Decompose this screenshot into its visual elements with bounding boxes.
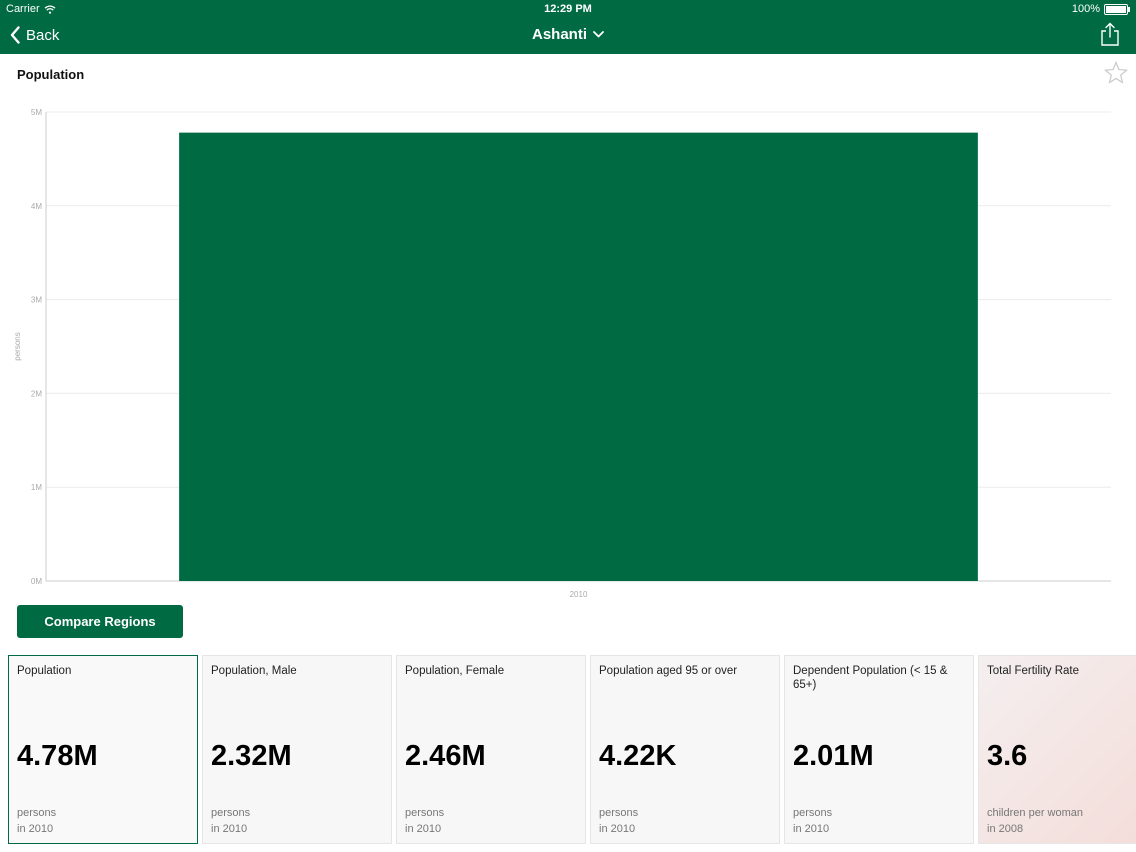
indicator-year: in 2010 bbox=[211, 823, 248, 835]
indicator-label: Population, Female bbox=[405, 665, 505, 677]
indicator-year: in 2010 bbox=[17, 823, 54, 835]
y-tick-label: 5M bbox=[31, 108, 42, 117]
indicator-unit: persons bbox=[17, 807, 57, 819]
chart-title: Population bbox=[17, 67, 85, 82]
indicator-label: Population bbox=[17, 665, 72, 677]
indicator-year: in 2010 bbox=[405, 823, 442, 835]
share-button[interactable] bbox=[1100, 22, 1120, 46]
chevron-left-icon bbox=[10, 26, 20, 44]
compare-regions-button[interactable]: Compare Regions bbox=[17, 605, 183, 638]
indicator-value: 2.46M bbox=[405, 740, 486, 772]
battery-icon bbox=[1104, 3, 1130, 15]
indicator-year: in 2008 bbox=[987, 823, 1024, 835]
indicator-unit: persons bbox=[405, 807, 445, 819]
indicator-year: in 2010 bbox=[599, 823, 636, 835]
indicator-unit: persons bbox=[793, 807, 833, 819]
indicator-value: 4.78M bbox=[17, 740, 98, 772]
indicator-unit: persons bbox=[599, 807, 639, 819]
status-battery: 100% bbox=[1071, 3, 1130, 15]
indicator-card[interactable]: Population, Male 2.32M persons in 2010 bbox=[202, 655, 392, 844]
y-tick-label: 4M bbox=[31, 202, 42, 211]
region-name: Ashanti bbox=[531, 26, 587, 43]
bar bbox=[179, 132, 978, 582]
indicator-label: Population, Male bbox=[211, 665, 297, 677]
battery-percent: 100% bbox=[1071, 3, 1100, 15]
top-bar: Carrier 12:29 PM 100% Back Ashanti bbox=[0, 0, 1136, 54]
chevron-down-icon bbox=[593, 31, 604, 38]
indicator-value: 2.01M bbox=[793, 740, 874, 772]
region-selector[interactable]: Ashanti bbox=[532, 26, 604, 43]
favorite-button[interactable] bbox=[1103, 60, 1129, 85]
status-time: 12:29 PM bbox=[544, 3, 592, 15]
indicator-card[interactable]: Total Fertility Rate 3.6 children per woma… bbox=[978, 655, 1136, 844]
x-tick-label: 2010 bbox=[570, 590, 588, 599]
indicator-value: 2.32M bbox=[211, 740, 292, 772]
indicator-card[interactable]: Population aged 95 or over 4.22K persons in… bbox=[590, 655, 780, 844]
region-title: Ashanti bbox=[0, 26, 1136, 43]
indicator-card[interactable]: Population 4.78M persons in 2010 bbox=[8, 655, 198, 844]
indicator-unit: children per woman bbox=[987, 807, 1083, 819]
indicator-label: Dependent Population (< 15 & 65+) bbox=[793, 665, 948, 691]
indicator-unit: persons bbox=[211, 807, 251, 819]
back-label: Back bbox=[26, 26, 60, 44]
y-tick-label: 1M bbox=[31, 483, 42, 492]
share-icon bbox=[1101, 22, 1119, 46]
indicator-value: 3.6 bbox=[987, 740, 1028, 772]
back-button[interactable]: Back bbox=[10, 24, 59, 46]
indicator-card[interactable]: Dependent Population (< 15 & 65+) 2.01M pe… bbox=[784, 655, 974, 844]
indicator-cards: Population 4.78M persons in 2010 Population,… bbox=[8, 655, 1136, 844]
y-axis-label: persons bbox=[13, 332, 22, 360]
y-tick-label: 3M bbox=[31, 296, 42, 305]
indicator-value: 4.22K bbox=[599, 740, 677, 772]
indicator-year: in 2010 bbox=[793, 823, 830, 835]
population-chart: 0M 1M 2M 3M 4M 5M persons 2010 bbox=[13, 108, 1111, 599]
y-tick-label: 0M bbox=[31, 577, 42, 586]
indicator-card[interactable]: Population, Female 2.46M persons in 2010 bbox=[396, 655, 586, 844]
indicator-label: Population aged 95 or over bbox=[599, 665, 738, 677]
indicator-label: Total Fertility Rate bbox=[987, 665, 1080, 677]
y-tick-label: 2M bbox=[31, 389, 42, 398]
star-icon bbox=[1103, 60, 1129, 84]
